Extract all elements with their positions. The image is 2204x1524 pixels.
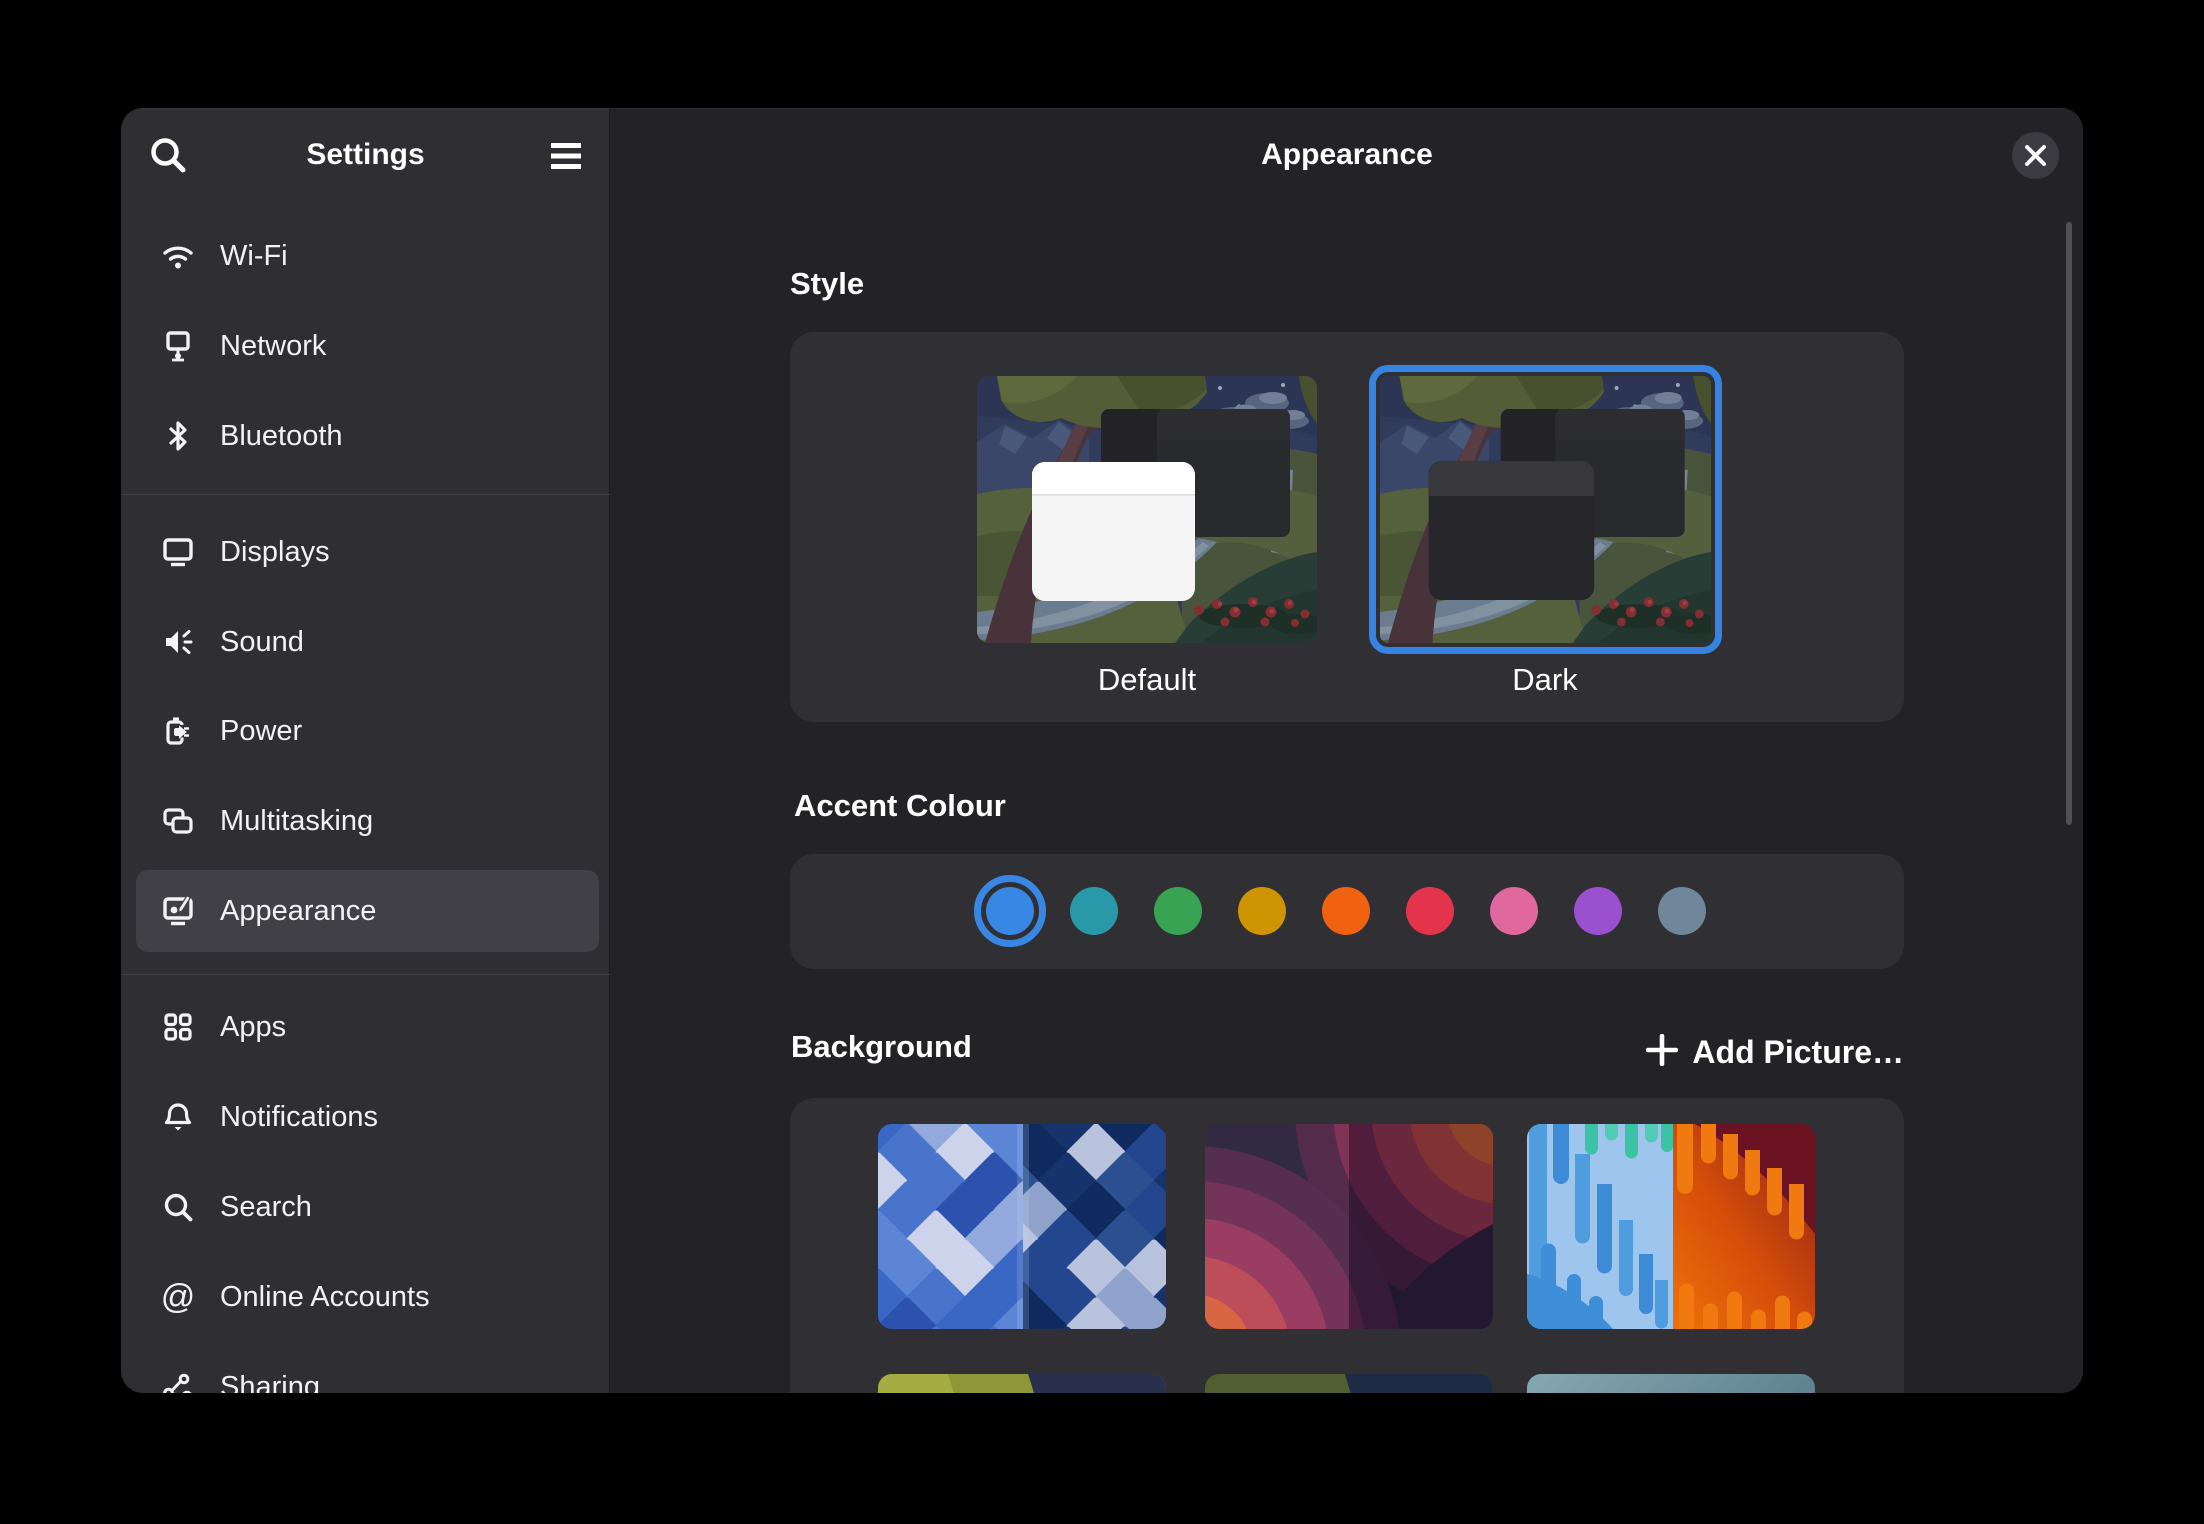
svg-text:@: @ — [162, 1281, 194, 1313]
